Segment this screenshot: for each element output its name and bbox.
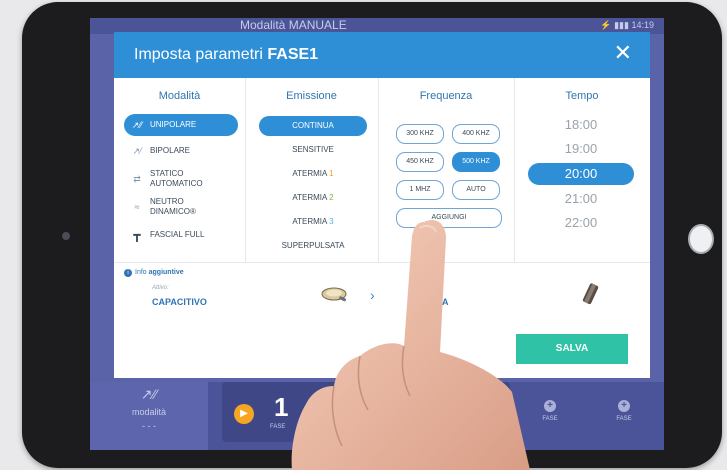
info-prefix: Info [135, 269, 147, 276]
mode-option-neutro-dinamico[interactable]: ≈ NEUTRO DINAMICO® [124, 194, 238, 220]
plus-icon: + [618, 400, 630, 412]
freq-option-400khz[interactable]: 400 KHZ [452, 124, 500, 144]
mode-option-line1: NEUTRO [150, 197, 184, 206]
emissione-header: Emissione [286, 90, 337, 102]
emission-option-label: SENSITIVE [292, 145, 334, 154]
capacitive-electrode-icon [321, 287, 347, 302]
active-label: Attivo: [152, 285, 169, 291]
add-phase-button[interactable]: + FASE [536, 400, 564, 422]
play-icon[interactable]: ▶ [234, 404, 254, 424]
active-value: CAPACITIVO [152, 297, 207, 307]
emission-option-label: ATERMIA [292, 193, 327, 202]
fascial-icon: ┳ [133, 228, 141, 242]
emission-option-label: CONTINUA [292, 121, 334, 130]
emission-option-atermia-3[interactable]: ATERMIA 3 [259, 212, 367, 232]
save-button[interactable]: SALVA [516, 334, 628, 364]
phase-card[interactable]: ▶ 1 FASE UNIPOL CON a 50 e [222, 382, 510, 445]
mode-cell-label: modalità [131, 407, 167, 417]
phase-summary: UNIPOL CON a 50 e [334, 388, 368, 448]
camera-dot [62, 232, 70, 240]
resistive-probe-icon [582, 283, 599, 305]
emission-option-label: ATERMIA [292, 169, 327, 178]
phase-summary-line: a 50 [334, 420, 352, 430]
mode-option-label: UNIPOLARE [150, 120, 197, 129]
freq-option-1mhz[interactable]: 1 MHZ [396, 180, 444, 200]
frequenza-column: Frequenza 300 KHZ 400 KHZ 450 KHZ 500 KH… [378, 78, 515, 262]
emission-option-label: SUPERPULSATA [281, 241, 345, 250]
add-frequency-button[interactable]: AGGIUNGI [396, 208, 502, 228]
secondary-value: A [442, 297, 449, 307]
modal-title-prefix: Imposta parametri [134, 46, 268, 63]
mode-option-line1: STATICO [150, 169, 184, 178]
phase-label: FASE [270, 424, 286, 430]
time-option-2000[interactable]: 20:00 [528, 163, 634, 185]
add-phase-label: FASE [616, 416, 632, 422]
emission-option-number: 2 [329, 193, 334, 202]
phase-number: 1 [274, 392, 289, 422]
mode-option-bipolare[interactable]: ↗⁄ BIPOLARE [124, 140, 238, 162]
emission-option-number: 1 [329, 169, 334, 178]
modalita-header: Modalità [158, 90, 201, 102]
bipolar-icon: ↗⁄ [132, 145, 142, 156]
bottom-phase-bar: ↗⁄⁄ modalità - - - ▶ 1 FASE UNIPOL CON a… [90, 382, 664, 450]
mode-option-fascial-full[interactable]: ┳ FASCIAL FULL [124, 224, 238, 246]
screen-title: Modalità MANUALE [240, 18, 347, 32]
close-icon[interactable]: ✕ [614, 42, 632, 64]
emission-option-atermia-2[interactable]: ATERMIA 2 [259, 188, 367, 208]
unipolar-icon: ↗⁄⁄ [140, 386, 158, 402]
status-icons: ⚡ ▮▮▮ 14:19 [600, 20, 654, 30]
time-option-1900[interactable]: 19:00 [528, 138, 634, 160]
frequenza-header: Frequenza [419, 90, 473, 102]
freq-option-500khz[interactable]: 500 KHZ [452, 152, 500, 172]
neutral-dynamic-icon: ≈ [134, 202, 140, 212]
emission-option-sensitive[interactable]: SENSITIVE [259, 140, 367, 160]
emission-option-atermia-1[interactable]: ATERMIA 1 [259, 164, 367, 184]
mode-option-line2: DINAMICO® [150, 207, 196, 216]
time-option-2100[interactable]: 21:00 [528, 188, 634, 210]
unipolar-icon: ↗⁄⁄ [131, 119, 143, 130]
mode-option-statico-automatico[interactable]: ⇄ STATICO AUTOMATICO [124, 166, 238, 192]
info-label-text: aggiuntive [148, 269, 184, 276]
modal-title-phase: FASE1 [267, 46, 319, 63]
phase-summary-line: CON [334, 405, 354, 415]
phase-summary-line: UNIPOL [334, 390, 369, 400]
info-icon: i [124, 269, 132, 277]
freq-option-450khz[interactable]: 450 KHZ [396, 152, 444, 172]
mode-cell[interactable]: ↗⁄⁄ modalità - - - [90, 382, 208, 450]
freq-option-300khz[interactable]: 300 KHZ [396, 124, 444, 144]
time-option-1800[interactable]: 18:00 [528, 114, 634, 136]
modal-header: Imposta parametri FASE1 ✕ [114, 32, 650, 78]
add-phase-button[interactable]: + FASE [610, 400, 638, 422]
time-option-2200[interactable]: 22:00 [528, 212, 634, 234]
add-phase-label: FASE [542, 416, 558, 422]
mode-option-label: BIPOLARE [150, 146, 191, 155]
info-label: i Info aggiuntive [124, 269, 184, 277]
emission-option-continua[interactable]: CONTINUA [259, 116, 367, 136]
tempo-column: Tempo 18:00 19:00 20:00 21:00 22:00 [514, 78, 650, 262]
static-auto-icon: ⇄ [133, 173, 141, 184]
mode-option-line2: AUTOMATICO [150, 179, 203, 188]
phase-summary-line: e [334, 435, 340, 445]
additional-info-bar: i Info aggiuntive Attivo: CAPACITIVO › A [114, 262, 650, 325]
emission-option-label: ATERMIA [292, 217, 327, 226]
modal-title: Imposta parametri FASE1 [134, 46, 318, 64]
freq-option-auto[interactable]: AUTO [452, 180, 500, 200]
mode-option-label: STATICO AUTOMATICO [150, 169, 203, 189]
plus-icon: + [544, 400, 556, 412]
chevron-right-icon[interactable]: › [370, 287, 375, 303]
clock: 14:19 [631, 20, 654, 30]
mode-option-label: FASCIAL FULL [150, 230, 205, 239]
emission-option-superpulsata[interactable]: SUPERPULSATA [259, 236, 367, 256]
modalita-column: Modalità ↗⁄⁄ UNIPOLARE ↗⁄ BIPOLARE ⇄ STA… [114, 78, 246, 262]
mode-option-label: NEUTRO DINAMICO® [150, 197, 196, 217]
tempo-header: Tempo [565, 90, 599, 102]
emission-option-number: 3 [329, 217, 334, 226]
mode-option-unipolare[interactable]: ↗⁄⁄ UNIPOLARE [124, 114, 238, 136]
emissione-column: Emissione CONTINUA SENSITIVE ATERMIA 1 A… [245, 78, 379, 262]
home-button[interactable] [688, 224, 714, 254]
parameters-modal: Imposta parametri FASE1 ✕ Modalità ↗⁄⁄ U… [114, 32, 650, 378]
mode-cell-value: - - - [142, 421, 156, 431]
